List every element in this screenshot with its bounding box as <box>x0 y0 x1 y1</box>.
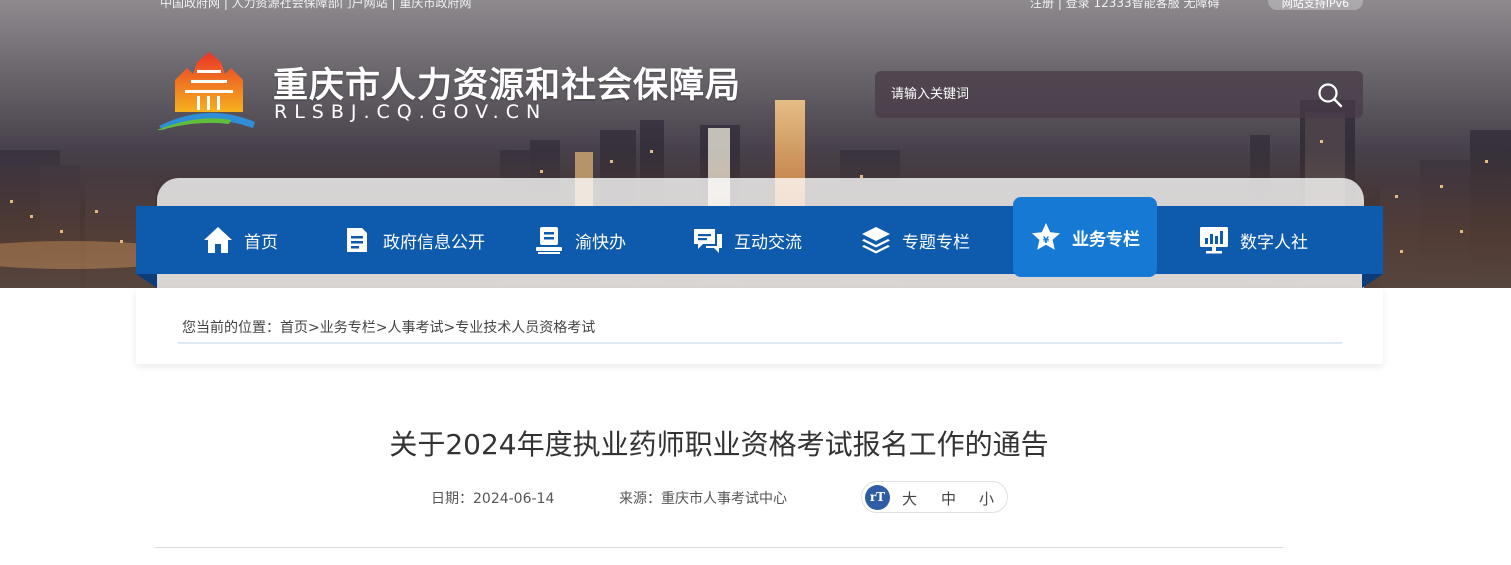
nav-item-yukuaiban[interactable]: 渝快办 <box>533 206 626 274</box>
date-label: 日期： <box>431 491 473 507</box>
article-source: 来源：重庆市人事考试中心 <box>619 488 787 508</box>
monitor-chart-icon <box>1200 227 1228 254</box>
date-value: 2024-06-14 <box>473 491 555 507</box>
nav-item-label: 数字人社 <box>1240 232 1308 253</box>
ipv6-badge: 网站支持IPv6 <box>1268 0 1363 10</box>
nav-item-business[interactable]: ¥ 业务专栏 <box>1013 197 1157 277</box>
home-icon <box>204 227 232 253</box>
top-links-left[interactable]: 中国政府网 | 人力资源社会保障部门户网站 | 重庆市政府网 <box>160 0 471 11</box>
breadcrumb-underline <box>178 342 1342 344</box>
breadcrumb-separator: > <box>308 320 320 336</box>
nav-item-label: 首页 <box>244 232 278 253</box>
service-desk-icon <box>536 227 562 254</box>
breadcrumb-link-business[interactable]: 业务专栏 <box>320 320 376 336</box>
nav-item-home[interactable]: 首页 <box>202 206 278 274</box>
breadcrumb: 您当前的位置：首页>业务专栏>人事考试>专业技术人员资格考试 <box>182 317 595 337</box>
document-icon <box>347 228 367 252</box>
nav-item-label: 专题专栏 <box>902 232 970 253</box>
breadcrumb-panel: 您当前的位置：首页>业务专栏>人事考试>专业技术人员资格考试 <box>136 288 1383 364</box>
top-links-right[interactable]: 注册 | 登录 12333智能客服 无障碍 <box>1030 0 1219 11</box>
search-box <box>875 71 1363 118</box>
font-size-small-button[interactable]: 小 <box>979 488 994 509</box>
breadcrumb-link-home[interactable]: 首页 <box>280 320 308 336</box>
top-links-bar: 中国政府网 | 人力资源社会保障部门户网站 | 重庆市政府网 注册 | 登录 1… <box>0 0 1511 12</box>
nav-item-digital-hr[interactable]: 数字人社 <box>1198 206 1308 274</box>
chat-icon <box>694 229 722 253</box>
search-icon[interactable] <box>1317 82 1343 108</box>
breadcrumb-link-exam[interactable]: 人事考试 <box>387 320 443 336</box>
text-size-icon: rT <box>865 485 890 510</box>
breadcrumb-prefix: 您当前的位置： <box>182 320 280 336</box>
page: 中国政府网 | 人力资源社会保障部门户网站 | 重庆市政府网 注册 | 登录 1… <box>0 0 1511 565</box>
star-icon: ¥ <box>1032 223 1060 250</box>
article-date: 日期：2024-06-14 <box>431 488 554 508</box>
nav-fold-right <box>1362 274 1383 288</box>
font-size-large-button[interactable]: 大 <box>902 488 917 509</box>
source-label: 来源： <box>619 491 661 507</box>
nav-item-special-topics[interactable]: 专题专栏 <box>860 206 970 274</box>
search-input[interactable] <box>875 71 1295 118</box>
temple-emblem-icon[interactable] <box>157 50 259 130</box>
nav-item-label: 渝快办 <box>575 232 626 253</box>
nav-fold-left <box>136 274 157 288</box>
svg-text:¥: ¥ <box>1043 236 1050 246</box>
nav-item-label: 互动交流 <box>734 232 802 253</box>
site-domain: RLSBJ.CQ.GOV.CN <box>274 101 548 123</box>
font-size-control: rT 大 中 小 <box>861 481 1008 513</box>
content-divider <box>155 547 1283 548</box>
breadcrumb-link-qualification[interactable]: 专业技术人员资格考试 <box>455 320 595 336</box>
breadcrumb-separator: > <box>443 320 456 336</box>
article-title: 关于2024年度执业药师职业资格考试报名工作的通告 <box>389 428 1049 461</box>
font-size-medium-button[interactable]: 中 <box>941 488 956 509</box>
nav-item-gov-info[interactable]: 政府信息公开 <box>341 206 485 274</box>
source-value: 重庆市人事考试中心 <box>661 491 787 507</box>
layers-icon <box>862 227 890 254</box>
breadcrumb-separator: > <box>375 320 388 336</box>
main-nav: 首页 政府信息公开 渝快办 互动交流 专题专栏 ¥ 业务专栏 数字人社 <box>136 197 1383 277</box>
nav-item-label: 业务专栏 <box>1072 229 1140 250</box>
nav-item-interaction[interactable]: 互动交流 <box>692 206 802 274</box>
nav-item-label: 政府信息公开 <box>383 232 485 253</box>
